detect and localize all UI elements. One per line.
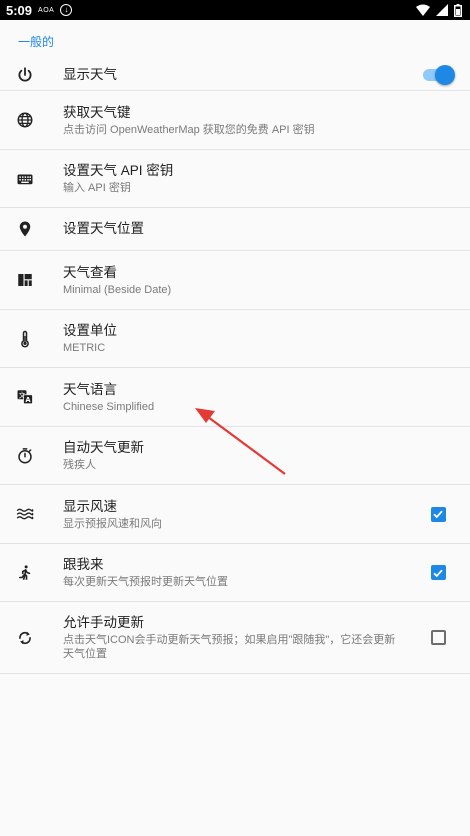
battery-icon bbox=[454, 3, 462, 17]
pref-summary: 每次更新天气预报时更新天气位置 bbox=[63, 576, 228, 588]
translate-icon: 文A bbox=[17, 390, 33, 405]
pref-title: 显示天气 bbox=[63, 67, 117, 82]
checkmark-icon bbox=[433, 569, 443, 577]
pref-title: 天气查看 bbox=[63, 264, 117, 280]
allow-manual-update-checkbox[interactable] bbox=[430, 630, 446, 645]
pref-show-wind-speed[interactable]: 显示风速 显示预报风速和风向 bbox=[0, 485, 470, 544]
pref-summary: METRIC bbox=[63, 342, 106, 354]
pref-title: 允许手动更新 bbox=[63, 615, 144, 630]
pref-set-api-key[interactable]: 设置天气 API 密钥 输入 API 密钥 bbox=[0, 150, 470, 208]
show-weather-switch[interactable] bbox=[421, 65, 455, 85]
pref-set-units[interactable]: 设置单位 METRIC bbox=[0, 310, 470, 368]
timer-icon bbox=[17, 447, 32, 463]
download-icon: ↓ bbox=[60, 4, 73, 16]
pref-title: 设置单位 bbox=[63, 323, 117, 338]
pref-auto-weather-update[interactable]: 自动天气更新 残疾人 bbox=[0, 427, 470, 485]
pref-show-weather[interactable]: 显示天气 bbox=[0, 60, 470, 91]
pref-summary: 点击访问 OpenWeatherMap 获取您的免费 API 密钥 bbox=[63, 123, 315, 136]
status-indicator-text: AOA bbox=[38, 6, 55, 14]
sync-icon bbox=[18, 631, 31, 644]
layout-icon bbox=[17, 274, 32, 286]
pref-summary: Minimal (Beside Date) bbox=[63, 283, 172, 296]
pref-follow-me[interactable]: 跟我来 每次更新天气预报时更新天气位置 bbox=[0, 544, 470, 602]
signal-icon bbox=[436, 4, 448, 16]
pref-title: 显示风速 bbox=[63, 498, 117, 514]
location-pin-icon bbox=[19, 221, 30, 237]
pref-weather-view[interactable]: 天气查看 Minimal (Beside Date) bbox=[0, 251, 470, 310]
pref-title: 天气语言 bbox=[63, 381, 117, 397]
keyboard-icon bbox=[17, 174, 32, 184]
section-header-general: 一般的 bbox=[18, 35, 55, 49]
pref-title: 设置天气 API 密钥 bbox=[63, 163, 174, 178]
svg-text:A: A bbox=[25, 396, 31, 404]
pref-allow-manual-update[interactable]: 允许手动更新 点击天气ICON会手动更新天气预报；如果启用"跟随我"，它还会更新… bbox=[0, 602, 470, 674]
globe-icon bbox=[17, 112, 32, 128]
wind-icon bbox=[16, 508, 33, 520]
pref-title: 自动天气更新 bbox=[63, 440, 144, 455]
status-bar: 5:09 AOA ↓ bbox=[0, 0, 470, 20]
pref-title: 获取天气键 bbox=[63, 104, 131, 120]
pref-get-weather-key[interactable]: 获取天气键 点击访问 OpenWeatherMap 获取您的免费 API 密钥 bbox=[0, 91, 470, 150]
pref-summary: 输入 API 密钥 bbox=[63, 182, 131, 194]
pref-summary: Chinese Simplified bbox=[63, 400, 155, 413]
pref-set-weather-location[interactable]: 设置天气位置 bbox=[0, 208, 470, 251]
wifi-icon bbox=[416, 4, 430, 16]
show-wind-speed-checkbox[interactable] bbox=[430, 506, 446, 522]
walking-icon bbox=[18, 564, 30, 580]
thermometer-icon bbox=[20, 330, 29, 348]
pref-summary: 残疾人 bbox=[63, 459, 96, 471]
power-icon bbox=[18, 67, 31, 82]
pref-weather-language[interactable]: 文A 天气语言 Chinese Simplified bbox=[0, 368, 470, 427]
pref-summary: 点击天气ICON会手动更新天气预报；如果启用"跟随我"，它还会更新天气位置 bbox=[63, 634, 396, 660]
status-time: 5:09 bbox=[6, 2, 33, 18]
pref-summary: 显示预报风速和风向 bbox=[63, 517, 162, 530]
checkmark-icon bbox=[433, 510, 443, 519]
follow-me-checkbox[interactable] bbox=[430, 565, 446, 580]
pref-title: 跟我来 bbox=[63, 557, 104, 572]
pref-title: 设置天气位置 bbox=[63, 221, 144, 236]
